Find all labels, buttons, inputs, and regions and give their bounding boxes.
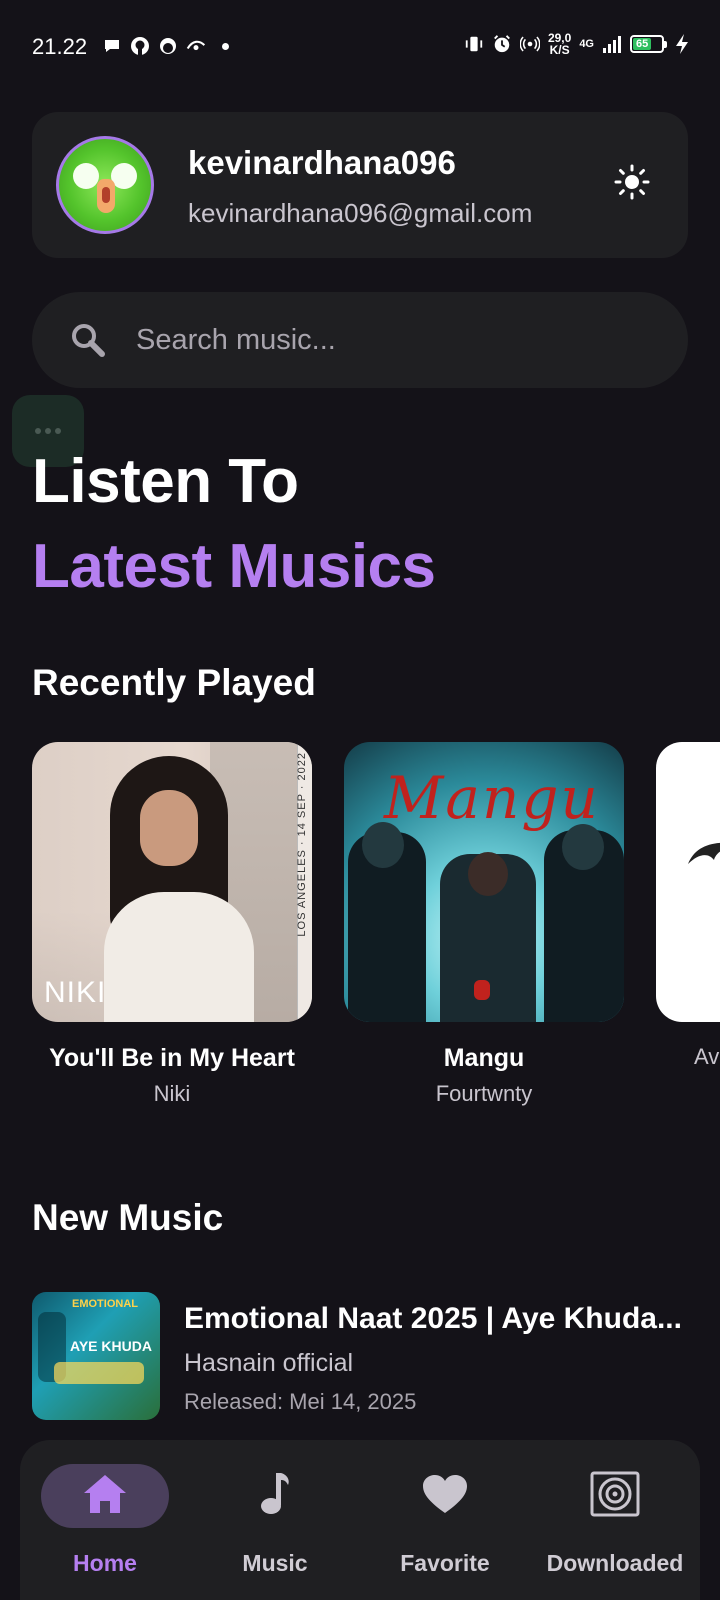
art-label: NIKI xyxy=(44,976,107,1009)
search-input[interactable] xyxy=(134,309,688,371)
art-side-text: LOS ANGELES · 14 SEP · 2022 xyxy=(296,752,308,937)
status-notification-icons xyxy=(102,36,229,56)
nav-downloaded[interactable]: Downloaded xyxy=(530,1464,700,1577)
network-speed-unit: K/S xyxy=(549,43,570,57)
avatar-beak xyxy=(97,179,115,213)
nav-label: Favorite xyxy=(400,1550,490,1576)
profile-username: kevinardhana096 xyxy=(188,144,456,181)
nav-label: Music xyxy=(242,1550,308,1576)
profile-email: kevinardhana096@gmail.com xyxy=(188,198,533,228)
album-art[interactable] xyxy=(656,742,720,1022)
home-icon xyxy=(82,1473,128,1520)
recent-card[interactable]: Mangu Mangu Fourtwnty xyxy=(344,742,624,1107)
art-figure-head xyxy=(468,852,508,896)
network-speed: 29,0 K/S xyxy=(548,32,571,56)
heart-icon xyxy=(421,1473,469,1520)
art-decoration xyxy=(54,1362,144,1384)
profile-card: kevinardhana096 kevinardhana096@gmail.co… xyxy=(32,112,688,258)
avatar-eye-left xyxy=(73,163,99,189)
alarm-icon xyxy=(492,34,512,54)
app-logo-icon xyxy=(186,36,206,56)
song-artist: Hasnain official xyxy=(184,1349,354,1377)
more-dot xyxy=(45,428,51,434)
album-art[interactable]: Mangu xyxy=(344,742,624,1022)
status-system-icons: 29,0 K/S 4G 65 xyxy=(464,32,692,56)
recent-card[interactable]: LOS ANGELES · 14 SEP · 2022 NIKI You'll … xyxy=(32,742,312,1107)
art-figure-body xyxy=(104,892,254,1022)
vibrate-icon xyxy=(464,34,484,54)
bottom-navigation: Home Music Favorite Downloaded xyxy=(20,1440,700,1600)
avatar[interactable] xyxy=(56,136,154,234)
art-label: Mangu xyxy=(384,764,600,832)
nav-home-indicator xyxy=(41,1464,169,1528)
search-bar[interactable] xyxy=(32,292,688,388)
status-time: 21.22 xyxy=(32,34,88,59)
charging-bolt-icon xyxy=(672,34,692,54)
battery-level: 65 xyxy=(633,38,652,50)
search-icon xyxy=(70,322,106,358)
song-artist: Fourtwnty xyxy=(435,1081,533,1106)
sun-icon xyxy=(614,164,650,205)
album-art[interactable]: EMOTIONAL AYE KHUDA xyxy=(32,1292,160,1420)
more-notifications-dot xyxy=(222,42,229,50)
nav-music[interactable]: Music xyxy=(190,1464,360,1577)
art-logo-mark xyxy=(688,842,720,864)
disc-icon xyxy=(590,1471,640,1522)
nav-label: Home xyxy=(73,1550,137,1576)
song-title: You'll Be in My Heart xyxy=(49,1044,295,1072)
chat-bubble-icon xyxy=(102,36,122,56)
release-date: Released: Mei 14, 2025 xyxy=(184,1389,417,1414)
album-art[interactable]: LOS ANGELES · 14 SEP · 2022 NIKI xyxy=(32,742,312,1022)
list-item[interactable]: EMOTIONAL AYE KHUDA Emotional Naat 2025 … xyxy=(32,1292,688,1420)
hero-heading-line2: Latest Musics xyxy=(32,532,436,601)
song-artist: Niki xyxy=(153,1081,191,1106)
nav-favorite[interactable]: Favorite xyxy=(360,1464,530,1577)
status-bar: 21.22 29,0 K/S 4G 65 xyxy=(0,0,720,92)
music-note-icon xyxy=(258,1471,292,1522)
nav-icon-wrap xyxy=(551,1464,679,1528)
recently-played-title: Recently Played xyxy=(32,662,316,703)
nav-icon-wrap xyxy=(381,1464,509,1528)
hotspot-icon xyxy=(519,34,540,54)
app-circle-icon xyxy=(158,36,178,56)
recent-card[interactable]: Av xyxy=(656,742,720,1070)
art-text: AYE KHUDA xyxy=(70,1338,152,1354)
art-text: EMOTIONAL xyxy=(72,1298,138,1310)
song-title: Emotional Naat 2025 | Aye Khuda... xyxy=(184,1302,682,1335)
art-figure-face xyxy=(140,790,198,866)
nav-icon-wrap xyxy=(211,1464,339,1528)
nav-home[interactable]: Home xyxy=(20,1464,190,1577)
art-hand-logo xyxy=(474,980,490,1000)
new-music-title: New Music xyxy=(32,1197,224,1238)
hero-heading-line1: Listen To xyxy=(32,447,299,516)
signal-icon xyxy=(602,34,622,54)
network-type: 4G xyxy=(579,37,594,50)
more-dot xyxy=(35,428,41,434)
battery-indicator: 65 xyxy=(630,35,667,53)
song-artist: Av xyxy=(694,1044,720,1069)
song-title: Mangu xyxy=(443,1044,525,1072)
github-icon xyxy=(130,36,150,56)
theme-toggle-button[interactable] xyxy=(612,164,652,204)
more-dot xyxy=(55,428,61,434)
nav-label: Downloaded xyxy=(546,1550,684,1576)
